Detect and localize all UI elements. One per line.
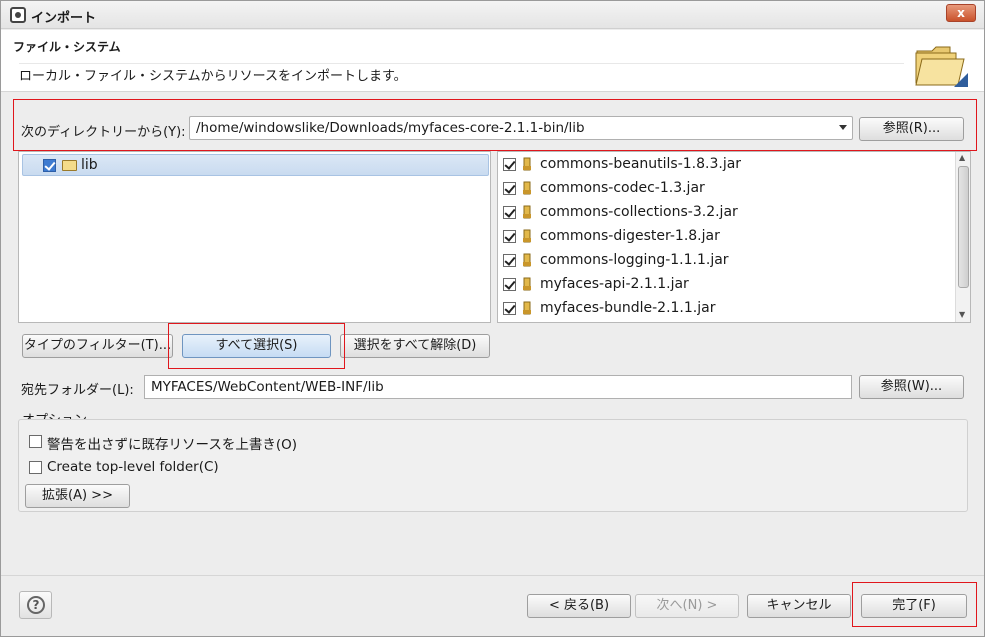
folder-tree[interactable]: lib (18, 151, 491, 323)
close-icon: x (957, 6, 965, 20)
jar-file-icon (523, 301, 531, 315)
list-item[interactable]: commons-beanutils-1.8.3.jar (498, 153, 948, 177)
dialog-header: ファイル・システム ローカル・ファイル・システムからリソースをインポートします。 (1, 30, 984, 92)
list-item[interactable]: commons-codec-1.3.jar (498, 177, 948, 201)
jar-file-icon (523, 229, 531, 243)
help-icon: ? (27, 596, 45, 614)
file-checkbox[interactable] (503, 230, 516, 243)
select-all-button[interactable]: すべて選択(S) (182, 334, 331, 358)
tree-item-checkbox[interactable] (43, 159, 56, 172)
page-title: ファイル・システム (13, 40, 121, 54)
advanced-button[interactable]: 拡張(A) >> (25, 484, 130, 508)
create-folder-label: Create top-level folder(C) (47, 459, 219, 475)
create-folder-checkbox[interactable] (29, 461, 42, 474)
list-item[interactable]: myfaces-api-2.1.1.jar (498, 273, 948, 297)
close-button[interactable]: x (946, 4, 976, 22)
jar-file-icon (523, 253, 531, 267)
chevron-down-icon[interactable] (839, 125, 847, 130)
jar-file-icon (523, 205, 531, 219)
source-browse-button[interactable]: 参照(R)... (859, 117, 964, 141)
file-checkbox[interactable] (503, 302, 516, 315)
jar-file-icon (523, 277, 531, 291)
overwrite-label: 警告を出さずに既存リソースを上書き(O) (47, 437, 297, 453)
file-name: myfaces-bundle-2.1.1.jar (540, 300, 716, 316)
list-item[interactable]: myfaces-bundle-2.1.1.jar (498, 297, 948, 321)
back-button[interactable]: < 戻る(B) (527, 594, 631, 618)
page-description: ローカル・ファイル・システムからリソースをインポートします。 (19, 63, 904, 84)
file-checkbox[interactable] (503, 158, 516, 171)
file-name: commons-digester-1.8.jar (540, 228, 720, 244)
window-title: インポート (31, 11, 97, 26)
jar-file-icon (523, 157, 531, 171)
deselect-all-button[interactable]: 選択をすべて解除(D) (340, 334, 490, 358)
scroll-up-icon[interactable]: ▲ (959, 153, 965, 162)
scroll-thumb[interactable] (958, 166, 969, 288)
file-list[interactable]: commons-beanutils-1.8.3.jar commons-code… (497, 151, 971, 323)
file-name: commons-logging-1.1.1.jar (540, 252, 729, 268)
file-name: commons-codec-1.3.jar (540, 180, 705, 196)
file-checkbox[interactable] (503, 254, 516, 267)
eclipse-icon (10, 7, 26, 23)
tree-item-lib[interactable]: lib (22, 154, 489, 176)
destination-browse-button[interactable]: 参照(W)... (859, 375, 964, 399)
filter-types-button[interactable]: タイプのフィルター(T)... (22, 334, 173, 358)
options-group: 警告を出さずに既存リソースを上書き(O) Create top-level fo… (18, 419, 968, 512)
footer-divider (1, 575, 984, 576)
folder-open-icon (62, 160, 77, 171)
file-checkbox[interactable] (503, 206, 516, 219)
title-bar: インポート x (1, 1, 984, 29)
tree-item-label: lib (81, 157, 98, 173)
scroll-down-icon[interactable]: ▼ (959, 310, 965, 319)
file-list-scrollbar[interactable]: ▲ ▼ (955, 152, 970, 322)
list-item[interactable]: commons-digester-1.8.jar (498, 225, 948, 249)
folder-icon (915, 46, 968, 87)
next-button[interactable]: 次へ(N) > (635, 594, 739, 618)
help-button[interactable]: ? (19, 591, 52, 619)
source-dir-value: /home/windowslike/Downloads/myfaces-core… (196, 120, 585, 136)
source-dir-combo[interactable]: /home/windowslike/Downloads/myfaces-core… (189, 116, 853, 140)
source-dir-label: 次のディレクトリーから(Y): (21, 125, 186, 140)
cancel-button[interactable]: キャンセル (747, 594, 851, 618)
overwrite-checkbox[interactable] (29, 435, 42, 448)
file-name: commons-collections-3.2.jar (540, 204, 738, 220)
file-checkbox[interactable] (503, 182, 516, 195)
finish-button[interactable]: 完了(F) (861, 594, 967, 618)
file-name: myfaces-api-2.1.1.jar (540, 276, 689, 292)
jar-file-icon (523, 181, 531, 195)
file-checkbox[interactable] (503, 278, 516, 291)
destination-field[interactable]: MYFACES/WebContent/WEB-INF/lib (144, 375, 852, 399)
destination-label: 宛先フォルダー(L): (21, 383, 134, 398)
import-dialog: インポート x ファイル・システム ローカル・ファイル・システムからリソースをイ… (0, 0, 985, 637)
file-name: commons-beanutils-1.8.3.jar (540, 156, 742, 172)
list-item[interactable]: commons-logging-1.1.1.jar (498, 249, 948, 273)
list-item[interactable]: commons-collections-3.2.jar (498, 201, 948, 225)
